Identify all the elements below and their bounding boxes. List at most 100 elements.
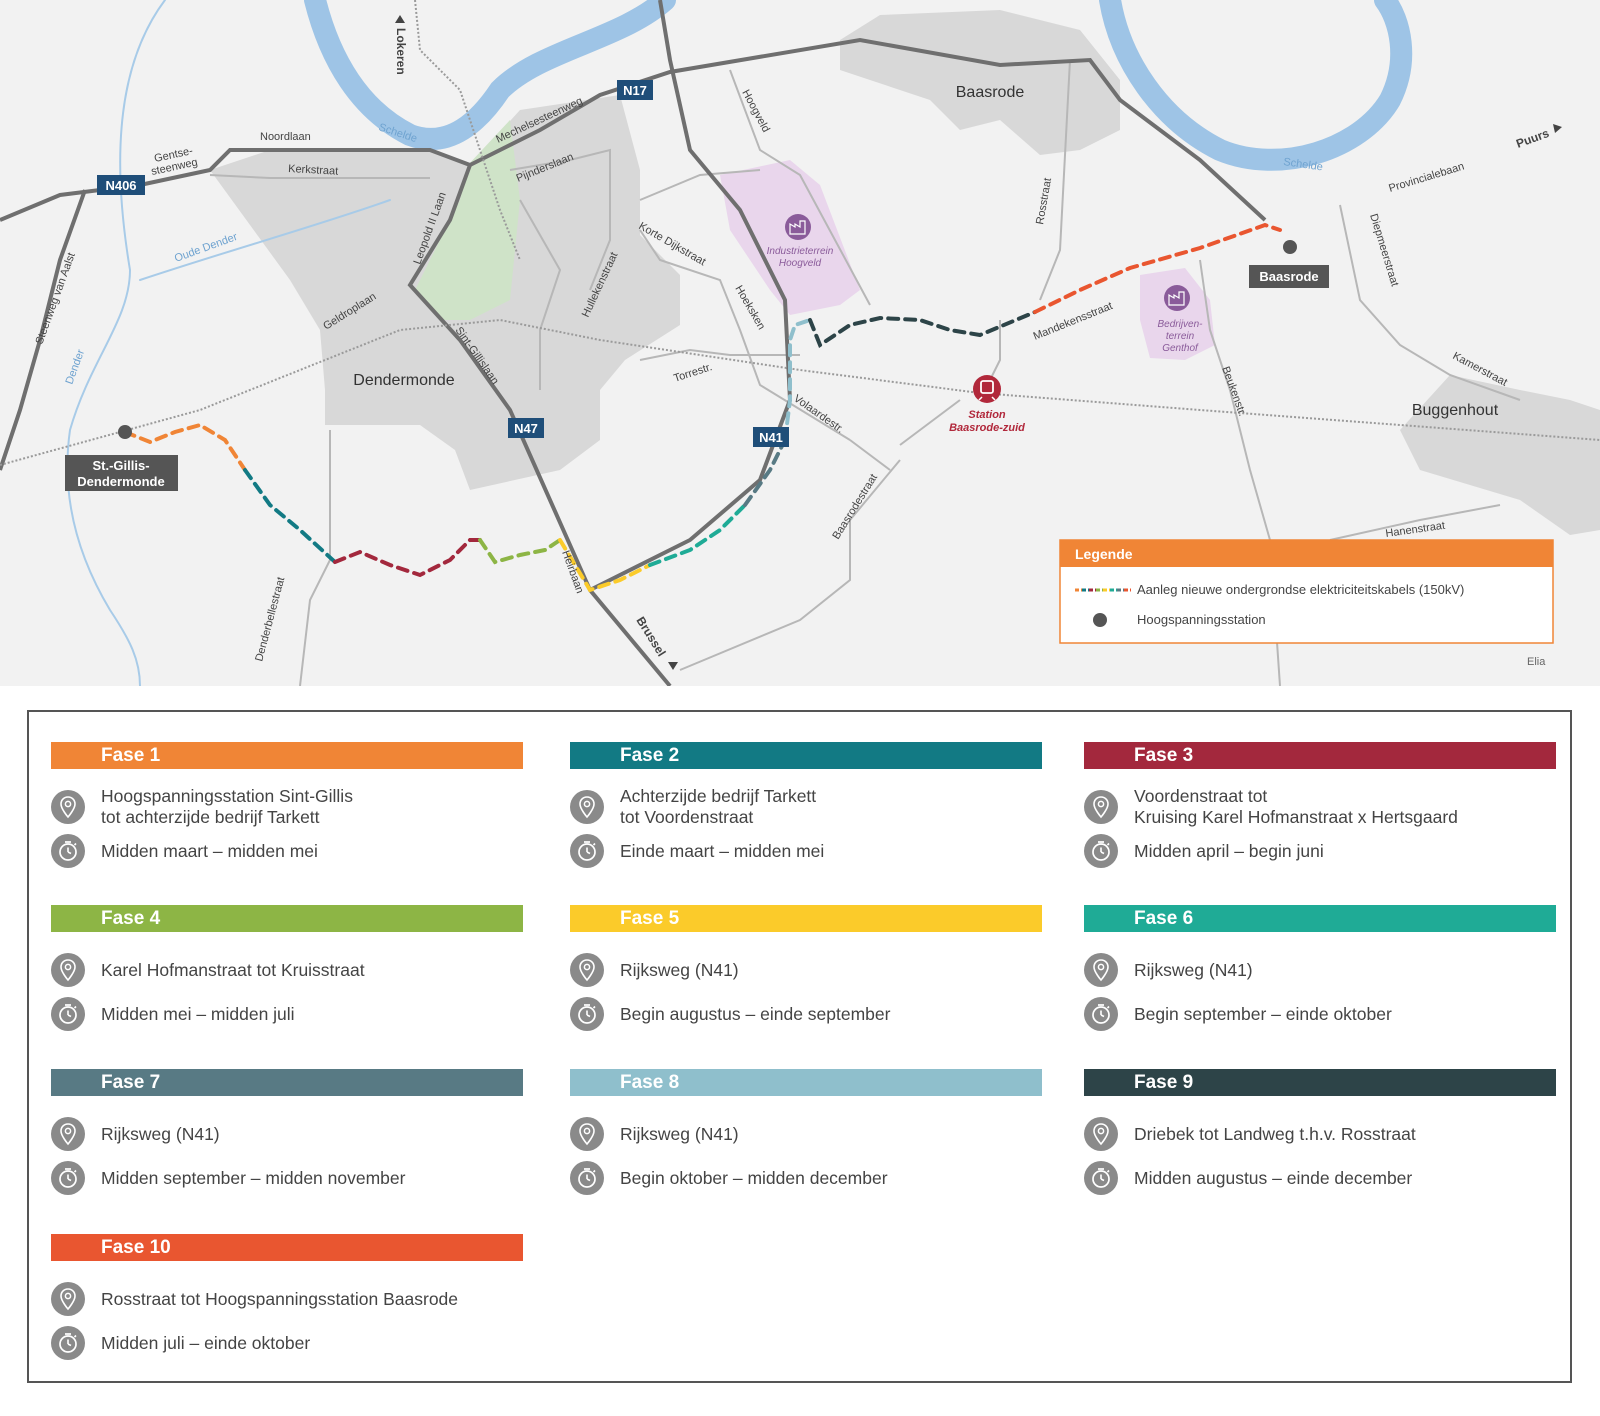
phase-title: Fase 8 bbox=[570, 1069, 1042, 1096]
phase-period-row: Midden maart – midden mei bbox=[51, 833, 523, 869]
phase-period-row: Midden mei – midden juli bbox=[51, 996, 523, 1032]
location-pin-icon bbox=[1084, 953, 1118, 987]
phase-period: Midden april – begin juni bbox=[1134, 840, 1324, 861]
phase-period: Begin augustus – einde september bbox=[620, 1003, 891, 1024]
phase-period-row: Midden juli – einde oktober bbox=[51, 1325, 523, 1361]
phase-period: Midden mei – midden juli bbox=[101, 1003, 295, 1024]
legend-header bbox=[1060, 540, 1553, 567]
stopwatch-icon bbox=[51, 834, 85, 868]
station-st-gillis-dot bbox=[118, 425, 132, 439]
genthof-label-2: terrein bbox=[1166, 331, 1195, 342]
hoogveld-label-1: Industrieterrein bbox=[767, 246, 834, 257]
stopwatch-icon bbox=[51, 1326, 85, 1360]
location-pin-icon bbox=[51, 953, 85, 987]
station-baasrode-label: Baasrode bbox=[1259, 269, 1318, 284]
legend-station-icon bbox=[1093, 613, 1107, 627]
badge-n406: N406 bbox=[105, 178, 136, 193]
location-pin-icon bbox=[51, 790, 85, 824]
phase-period: Midden maart – midden mei bbox=[101, 840, 318, 861]
phase-period: Begin september – einde oktober bbox=[1134, 1003, 1392, 1024]
phase-location: Voordenstraat tot Kruising Karel Hofmans… bbox=[1134, 786, 1458, 827]
genthof-label-1: Bedrijven- bbox=[1157, 319, 1203, 330]
phase-location: Driebek tot Landweg t.h.v. Rosstraat bbox=[1134, 1123, 1416, 1144]
phase-location: Rijksweg (N41) bbox=[620, 1123, 739, 1144]
phase-card-8: Fase 8 Rijksweg (N41) Begin oktober – midd… bbox=[570, 1069, 1042, 1196]
stopwatch-icon bbox=[1084, 997, 1118, 1031]
phase-location-row: Hoogspanningsstation Sint-Gillis tot ach… bbox=[51, 785, 523, 829]
stopwatch-icon bbox=[1084, 1161, 1118, 1195]
phase-period: Midden september – midden november bbox=[101, 1167, 406, 1188]
factory-icon bbox=[785, 214, 811, 240]
phases-panel: Fase 1 Hoogspanningsstation Sint-Gillis t… bbox=[27, 710, 1572, 1383]
phase-title: Fase 7 bbox=[51, 1069, 523, 1096]
phase-title: Fase 3 bbox=[1084, 742, 1556, 769]
location-pin-icon bbox=[570, 953, 604, 987]
badge-n17: N17 bbox=[623, 83, 647, 98]
location-pin-icon bbox=[1084, 790, 1118, 824]
route-map: St.-Gillis- Dendermonde Baasrode Station… bbox=[0, 0, 1600, 686]
phase-card-10: Fase 10 Rosstraat tot Hoogspanningsstatio… bbox=[51, 1234, 523, 1361]
train-station-label-2: Baasrode-zuid bbox=[949, 422, 1025, 434]
phase-period: Begin oktober – midden december bbox=[620, 1167, 888, 1188]
phase-card-1: Fase 1 Hoogspanningsstation Sint-Gillis t… bbox=[51, 742, 523, 869]
stopwatch-icon bbox=[570, 1161, 604, 1195]
city-buggenhout: Buggenhout bbox=[1412, 402, 1499, 419]
legend-title: Legende bbox=[1075, 546, 1133, 562]
map-credit: Elia bbox=[1527, 656, 1546, 668]
phase-location: Achterzijde bedrijf Tarkett tot Voordens… bbox=[620, 786, 817, 827]
phase-period-row: Begin september – einde oktober bbox=[1084, 996, 1556, 1032]
phase-title: Fase 10 bbox=[51, 1234, 523, 1261]
stopwatch-icon bbox=[51, 997, 85, 1031]
phase-period-row: Begin augustus – einde september bbox=[570, 996, 1042, 1032]
phase-title: Fase 2 bbox=[570, 742, 1042, 769]
badge-n41: N41 bbox=[759, 430, 783, 445]
stopwatch-icon bbox=[1084, 834, 1118, 868]
phase-period-row: Midden augustus – einde december bbox=[1084, 1160, 1556, 1196]
phase-location: Karel Hofmanstraat tot Kruisstraat bbox=[101, 959, 365, 980]
phase-title: Fase 1 bbox=[51, 742, 523, 769]
phase-card-7: Fase 7 Rijksweg (N41) Midden september – m… bbox=[51, 1069, 523, 1196]
stopwatch-icon bbox=[51, 1161, 85, 1195]
phase-location-row: Rijksweg (N41) bbox=[51, 1112, 523, 1156]
phase-title: Fase 4 bbox=[51, 905, 523, 932]
phase-period-row: Einde maart – midden mei bbox=[570, 833, 1042, 869]
phase-location-row: Achterzijde bedrijf Tarkett tot Voordens… bbox=[570, 785, 1042, 829]
phase-card-2: Fase 2 Achterzijde bedrijf Tarkett tot Vo… bbox=[570, 742, 1042, 869]
stopwatch-icon bbox=[570, 997, 604, 1031]
city-dendermonde: Dendermonde bbox=[353, 372, 455, 389]
phase-location: Rijksweg (N41) bbox=[1134, 959, 1253, 980]
phase-location-row: Rijksweg (N41) bbox=[1084, 948, 1556, 992]
phase-card-4: Fase 4 Karel Hofmanstraat tot Kruisstraat… bbox=[51, 905, 523, 1032]
phase-location: Rosstraat tot Hoogspanningsstation Baasr… bbox=[101, 1288, 459, 1309]
road-noordlaan: Noordlaan bbox=[260, 131, 311, 143]
station-baasrode-dot bbox=[1283, 240, 1297, 254]
phase-card-5: Fase 5 Rijksweg (N41) Begin augustus – ein… bbox=[570, 905, 1042, 1032]
phase-title: Fase 9 bbox=[1084, 1069, 1556, 1096]
location-pin-icon bbox=[51, 1282, 85, 1316]
phase-location: Hoogspanningsstation Sint-Gillis tot ach… bbox=[101, 786, 353, 827]
train-icon bbox=[973, 375, 1001, 403]
direction-lokeren: Lokeren bbox=[394, 28, 408, 75]
location-pin-icon bbox=[1084, 1117, 1118, 1151]
location-pin-icon bbox=[51, 1117, 85, 1151]
genthof-label-3: Genthof bbox=[1162, 343, 1199, 354]
location-pin-icon bbox=[570, 790, 604, 824]
phase-location: Rijksweg (N41) bbox=[101, 1123, 220, 1144]
legend: Legende Aanleg nieuwe ondergrondse elekt… bbox=[1059, 539, 1554, 644]
factory-icon bbox=[1164, 285, 1190, 311]
stopwatch-icon bbox=[570, 834, 604, 868]
phase-location-row: Voordenstraat tot Kruising Karel Hofmans… bbox=[1084, 785, 1556, 829]
phase-period: Midden juli – einde oktober bbox=[101, 1332, 311, 1353]
legend-cable-label: Aanleg nieuwe ondergrondse elektriciteit… bbox=[1137, 582, 1464, 597]
phase-card-9: Fase 9 Driebek tot Landweg t.h.v. Rosstra… bbox=[1084, 1069, 1556, 1196]
location-pin-icon bbox=[570, 1117, 604, 1151]
train-station-label-1: Station bbox=[968, 409, 1006, 421]
phase-card-6: Fase 6 Rijksweg (N41) Begin september – ei… bbox=[1084, 905, 1556, 1032]
hoogveld-label-2: Hoogveld bbox=[779, 258, 822, 269]
phase-location-row: Driebek tot Landweg t.h.v. Rosstraat bbox=[1084, 1112, 1556, 1156]
phase-location-row: Rosstraat tot Hoogspanningsstation Baasr… bbox=[51, 1277, 523, 1321]
phase-card-3: Fase 3 Voordenstraat tot Kruising Karel H… bbox=[1084, 742, 1556, 869]
phase-location-row: Rijksweg (N41) bbox=[570, 948, 1042, 992]
city-baasrode: Baasrode bbox=[956, 84, 1025, 101]
phase-period: Midden augustus – einde december bbox=[1134, 1167, 1413, 1188]
